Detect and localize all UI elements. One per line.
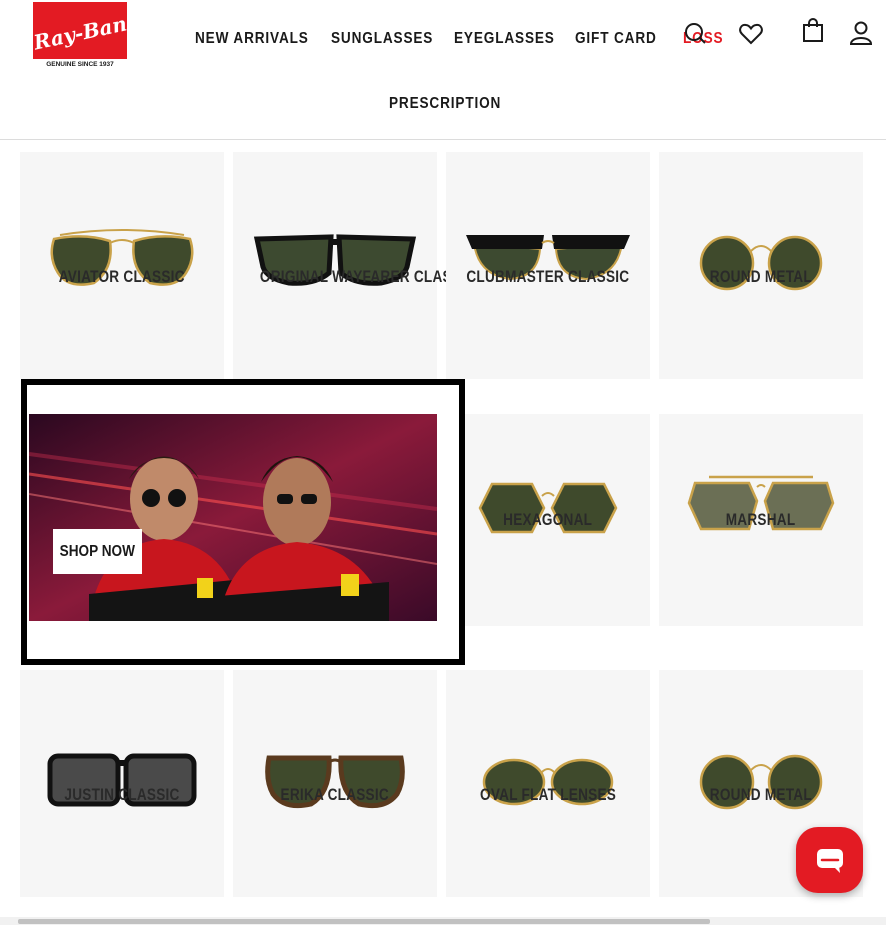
heart-icon[interactable] bbox=[739, 23, 763, 49]
product-name: OVAL FLAT LENSES bbox=[479, 785, 617, 804]
nav-sunglasses[interactable]: SUNGLASSES bbox=[331, 30, 433, 48]
justin-glasses-image bbox=[47, 753, 197, 807]
site-header: Ray-Ban GENUINE SINCE 1937 NEW ARRIVALS … bbox=[0, 0, 886, 140]
search-icon[interactable] bbox=[684, 22, 706, 48]
product-tile-oval-flat-lenses[interactable]: OVAL FLAT LENSES bbox=[446, 670, 650, 897]
product-name: JUSTIN CLASSIC bbox=[64, 785, 180, 804]
shop-now-button[interactable]: SHOP NOW bbox=[53, 529, 142, 574]
product-name: ROUND METAL bbox=[709, 785, 813, 804]
product-tile-aviator-classic[interactable]: AVIATOR CLASSIC bbox=[20, 152, 224, 379]
chat-icon bbox=[817, 849, 843, 873]
nav-eyeglasses[interactable]: EYEGLASSES bbox=[454, 30, 555, 48]
product-tile-round-metal[interactable]: ROUND METAL bbox=[659, 152, 863, 379]
product-name: ORIGINAL WAYFARER CLASSIC bbox=[259, 267, 476, 286]
product-tile-original-wayfarer-classic[interactable]: ORIGINAL WAYFARER CLASSIC bbox=[233, 152, 476, 379]
product-name: HEXAGONAL bbox=[503, 510, 593, 529]
scrollbar-thumb[interactable] bbox=[18, 919, 710, 924]
erika-glasses-image bbox=[265, 755, 405, 809]
product-tile-justin-classic[interactable]: JUSTIN CLASSIC bbox=[20, 670, 224, 897]
horizontal-scrollbar[interactable] bbox=[0, 917, 886, 925]
product-tile-clubmaster-classic[interactable]: CLUBMASTER CLASSIC bbox=[446, 152, 650, 379]
product-name: ROUND METAL bbox=[709, 267, 813, 286]
product-tile-hexagonal[interactable]: HEXAGONAL bbox=[446, 414, 650, 626]
promo-banner-image[interactable] bbox=[29, 414, 437, 621]
product-name: ERIKA CLASSIC bbox=[280, 785, 390, 804]
round-metal-glasses-image bbox=[699, 754, 823, 810]
user-icon[interactable] bbox=[849, 21, 873, 49]
chat-button[interactable] bbox=[796, 827, 863, 893]
product-tile-erika-classic[interactable]: ERIKA CLASSIC bbox=[233, 670, 437, 897]
hexagonal-glasses-image bbox=[478, 482, 618, 534]
oval-glasses-image bbox=[482, 758, 614, 806]
svg-text:GENUINE SINCE 1937: GENUINE SINCE 1937 bbox=[46, 61, 114, 68]
nav-gift-card[interactable]: GIFT CARD bbox=[575, 30, 657, 48]
bag-icon[interactable] bbox=[803, 18, 823, 46]
nav-new-arrivals[interactable]: NEW ARRIVALS bbox=[195, 30, 309, 48]
product-name: AVIATOR CLASSIC bbox=[58, 267, 185, 286]
product-name: MARSHAL bbox=[726, 510, 796, 529]
rayban-logo[interactable]: Ray-Ban GENUINE SINCE 1937 bbox=[31, 2, 129, 68]
nav-prescription[interactable]: PRESCRIPTION bbox=[389, 95, 501, 113]
product-tile-marshal[interactable]: MARSHAL bbox=[659, 414, 863, 626]
product-name: CLUBMASTER CLASSIC bbox=[466, 267, 630, 286]
